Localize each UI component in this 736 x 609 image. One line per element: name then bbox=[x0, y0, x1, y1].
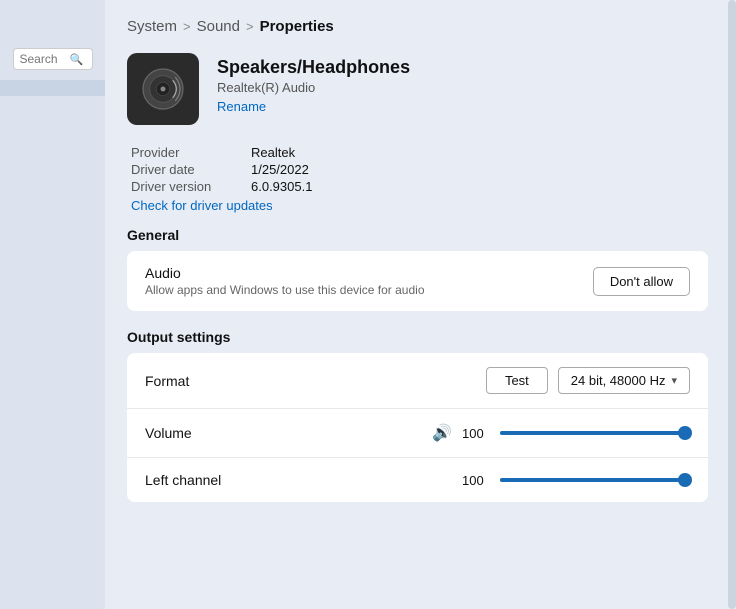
version-value: 6.0.9305.1 bbox=[251, 179, 708, 194]
left-channel-value: 100 bbox=[462, 473, 490, 488]
format-value: 24 bit, 48000 Hz bbox=[571, 373, 666, 388]
test-button[interactable]: Test bbox=[486, 367, 548, 394]
left-channel-slider-thumb[interactable] bbox=[678, 473, 692, 487]
left-channel-row: Left channel 100 bbox=[127, 458, 708, 502]
audio-label: Audio bbox=[145, 265, 425, 281]
check-driver-updates-link[interactable]: Check for driver updates bbox=[131, 198, 708, 213]
scrollbar[interactable] bbox=[728, 0, 736, 609]
volume-slider-thumb[interactable] bbox=[678, 426, 692, 440]
output-settings-section-title: Output settings bbox=[127, 329, 708, 345]
left-channel-label: Left channel bbox=[145, 472, 221, 488]
sidebar: 🔍 bbox=[0, 0, 105, 609]
format-row: Format Test 24 bit, 48000 Hz ▾ bbox=[127, 353, 708, 409]
audio-row: Audio Allow apps and Windows to use this… bbox=[127, 251, 708, 311]
speaker-icon bbox=[138, 64, 188, 114]
output-settings-card: Format Test 24 bit, 48000 Hz ▾ Volume 🔊 … bbox=[127, 353, 708, 502]
breadcrumb-sep1: > bbox=[183, 19, 191, 34]
format-select-group: Test 24 bit, 48000 Hz ▾ bbox=[486, 367, 690, 394]
device-header: Speakers/Headphones Realtek(R) Audio Ren… bbox=[127, 53, 708, 125]
main-content: System > Sound > Properties Speakers bbox=[105, 0, 736, 530]
volume-icon: 🔊 bbox=[432, 423, 452, 443]
breadcrumb-sound[interactable]: Sound bbox=[197, 18, 240, 35]
volume-label: Volume bbox=[145, 425, 192, 441]
provider-value: Realtek bbox=[251, 145, 708, 160]
driver-info: Provider Realtek Driver date 1/25/2022 D… bbox=[131, 145, 708, 213]
general-section-title: General bbox=[127, 227, 708, 243]
rename-link[interactable]: Rename bbox=[217, 99, 410, 114]
device-subtitle: Realtek(R) Audio bbox=[217, 80, 410, 95]
breadcrumb-sep2: > bbox=[246, 19, 254, 34]
volume-value: 100 bbox=[462, 426, 490, 441]
volume-slider-fill bbox=[500, 431, 681, 435]
provider-label: Provider bbox=[131, 145, 251, 160]
dont-allow-button[interactable]: Don't allow bbox=[593, 267, 690, 296]
date-label: Driver date bbox=[131, 162, 251, 177]
breadcrumb-properties: Properties bbox=[260, 18, 334, 35]
search-icon: 🔍 bbox=[70, 53, 84, 66]
device-icon bbox=[127, 53, 199, 125]
sidebar-search[interactable]: 🔍 bbox=[13, 48, 93, 70]
sidebar-item-sound[interactable] bbox=[0, 80, 105, 96]
volume-slider-track bbox=[500, 431, 685, 435]
audio-row-text: Audio Allow apps and Windows to use this… bbox=[145, 265, 425, 297]
version-label: Driver version bbox=[131, 179, 251, 194]
date-value: 1/25/2022 bbox=[251, 162, 708, 177]
device-name: Speakers/Headphones bbox=[217, 57, 410, 78]
left-channel-slider[interactable] bbox=[500, 478, 690, 482]
audio-sublabel: Allow apps and Windows to use this devic… bbox=[145, 283, 425, 297]
format-dropdown[interactable]: 24 bit, 48000 Hz ▾ bbox=[558, 367, 690, 394]
chevron-down-icon: ▾ bbox=[671, 374, 677, 387]
left-channel-slider-track bbox=[500, 478, 685, 482]
volume-slider[interactable] bbox=[500, 431, 690, 435]
left-channel-slider-fill bbox=[500, 478, 681, 482]
main-wrapper: System > Sound > Properties Speakers bbox=[105, 0, 736, 609]
volume-row: Volume 🔊 100 bbox=[127, 409, 708, 458]
breadcrumb: System > Sound > Properties bbox=[127, 18, 708, 35]
breadcrumb-system[interactable]: System bbox=[127, 18, 177, 35]
format-label: Format bbox=[145, 373, 189, 389]
device-info: Speakers/Headphones Realtek(R) Audio Ren… bbox=[217, 53, 410, 114]
volume-controls: 🔊 100 bbox=[432, 423, 690, 443]
search-input[interactable] bbox=[20, 52, 70, 66]
general-card: Audio Allow apps and Windows to use this… bbox=[127, 251, 708, 311]
left-channel-controls: 100 bbox=[462, 473, 690, 488]
